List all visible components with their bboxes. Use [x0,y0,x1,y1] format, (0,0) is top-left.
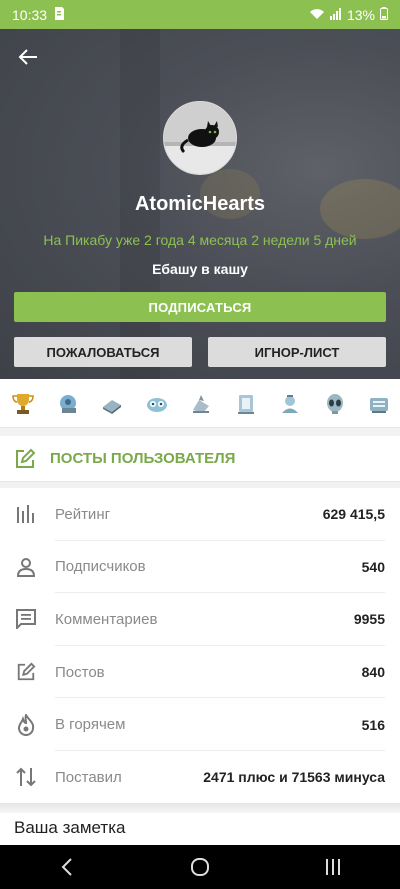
award-6-icon[interactable] [233,391,259,417]
battery-icon [380,6,388,23]
updown-arrows-icon [14,765,38,789]
nav-home-button[interactable] [180,847,220,887]
battery-percent: 13% [346,6,375,23]
profile-header: AtomicHearts На Пикабу уже 2 года 4 меся… [0,29,400,379]
system-navigation-bar [0,845,400,889]
section-divider [0,428,400,436]
user-posts-label: ПОСТЫ ПОЛЬЗОВАТЕЛЯ [50,450,236,467]
stat-value: 516 [361,716,385,733]
wifi-icon [309,7,325,23]
stat-rating: Рейтинг 629 415,5 [0,488,400,541]
rating-bars-icon [14,502,38,526]
user-stats-list: Рейтинг 629 415,5 Подписчиков 540 Коммен… [0,488,400,804]
award-9-icon[interactable] [366,391,392,417]
home-circle-icon [190,858,209,876]
cat-avatar-image [164,102,236,174]
stat-label: Поставил [55,768,122,786]
stat-value: 9955 [353,611,385,628]
stat-comments: Комментариев 9955 [0,593,400,646]
person-icon [14,555,38,579]
stat-label: В горячем [55,716,126,734]
trophy-award-icon[interactable] [10,391,36,417]
stat-votes: Поставил 2471 плюс и 71563 минуса [0,751,400,804]
status-bar: 10:33 13% [0,0,400,29]
award-2-icon[interactable] [55,391,81,417]
back-button[interactable] [14,43,42,71]
nav-back-button[interactable] [47,847,87,887]
user-note-title[interactable]: Ваша заметка [14,818,126,838]
stat-subscribers: Подписчиков 540 [0,541,400,594]
stat-posts: Постов 840 [0,646,400,699]
fire-icon [14,713,38,737]
status-time: 10:33 [12,6,48,23]
chevron-left-icon [61,858,72,876]
awards-strip[interactable] [0,380,400,428]
avatar[interactable] [163,101,237,175]
recents-icon [326,859,341,875]
stat-label: Постов [55,663,105,681]
alien-award-icon[interactable] [322,391,348,417]
edit-icon [16,448,36,468]
user-posts-link[interactable]: ПОСТЫ ПОЛЬЗОВАТЕЛЯ [0,436,400,482]
stat-value: 840 [361,664,385,681]
edit-icon [14,660,38,684]
report-button[interactable]: ПОЖАЛОВАТЬСЯ [14,337,192,367]
user-motto: Ебашу в кашу [152,261,248,277]
ignore-list-button[interactable]: ИГНОР-ЛИСТ [208,337,386,367]
stat-value: 629 415,5 [322,506,385,523]
award-4-icon[interactable] [144,391,170,417]
back-arrow-icon [18,49,37,65]
stat-value: 2471 плюс и 71563 минуса [203,769,385,786]
stat-label: Рейтинг [55,505,111,523]
section-divider [0,803,400,813]
stat-label: Подписчиков [55,558,146,576]
subscribe-button[interactable]: ПОДПИСАТЬСЯ [14,292,386,322]
award-7-icon[interactable] [277,391,303,417]
stat-label: Комментариев [55,610,158,628]
member-since: На Пикабу уже 2 года 4 месяца 2 недели 5… [43,232,357,248]
stat-hot: В горячем 516 [0,698,400,751]
username: AtomicHearts [134,193,266,215]
sd-card-icon [53,6,65,23]
signal-icon [329,7,342,23]
comment-icon [14,607,38,631]
nav-recents-button[interactable] [313,847,353,887]
award-5-icon[interactable] [188,391,214,417]
stat-value: 540 [361,558,385,575]
award-3-icon[interactable] [99,391,125,417]
